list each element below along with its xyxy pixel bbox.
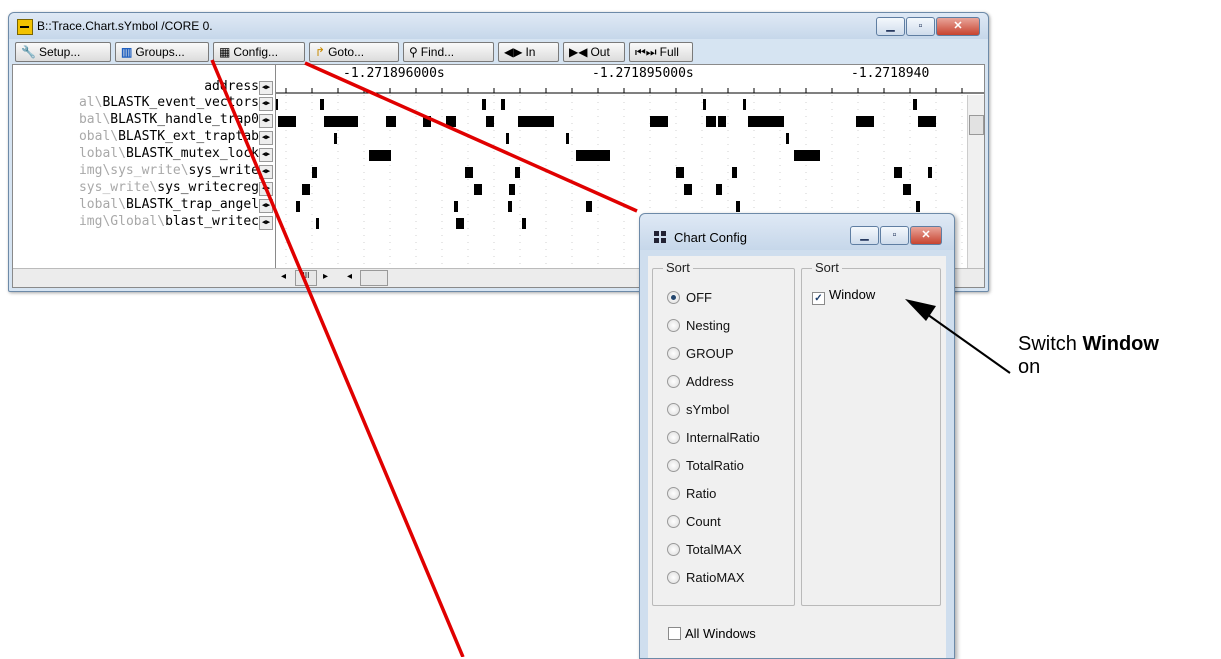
callout-prefix: Switch <box>1018 333 1077 355</box>
callout-bold: Window <box>1082 333 1159 355</box>
callout-text: Switch Window on <box>1018 333 1159 379</box>
callout-suffix: on <box>1018 356 1041 378</box>
callout-arrow-line <box>923 311 1011 374</box>
callout-arrow-overlay <box>905 299 1011 374</box>
